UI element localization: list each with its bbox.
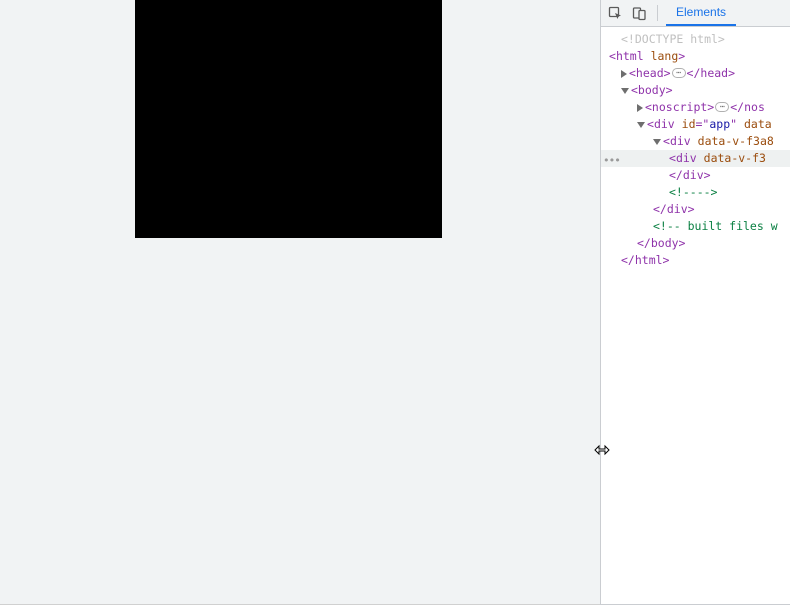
dom-head[interactable]: <head>⋯</head>	[601, 65, 790, 82]
dom-body-open[interactable]: <body>	[601, 82, 790, 99]
devtools-toolbar: Elements	[601, 0, 790, 27]
dom-div-close[interactable]: </div>	[601, 167, 790, 184]
toolbar-separator	[657, 5, 658, 21]
dom-html-open[interactable]: <html lang>	[601, 48, 790, 65]
ellipsis-icon[interactable]: ⋯	[715, 102, 729, 112]
dom-div-app[interactable]: <div id="app" data	[601, 116, 790, 133]
page-content-rect	[135, 0, 442, 238]
dom-doctype[interactable]: <!DOCTYPE html>	[601, 31, 790, 48]
dom-comment-built[interactable]: <!-- built files w	[601, 218, 790, 235]
collapse-arrow-icon[interactable]	[653, 139, 661, 145]
devtools-panel: Elements <!DOCTYPE html> <html lang> <he…	[600, 0, 790, 605]
page-viewport	[0, 0, 600, 605]
dom-tree[interactable]: <!DOCTYPE html> <html lang> <head>⋯</hea…	[601, 27, 790, 605]
tab-elements[interactable]: Elements	[666, 0, 736, 26]
expand-arrow-icon[interactable]	[621, 70, 627, 78]
inspect-element-icon[interactable]	[607, 5, 623, 21]
dom-noscript[interactable]: <noscript>⋯</nos	[601, 99, 790, 116]
dom-html-close[interactable]: </html>	[601, 252, 790, 269]
dom-body-close[interactable]: </body>	[601, 235, 790, 252]
device-toolbar-icon[interactable]	[631, 5, 647, 21]
expand-arrow-icon[interactable]	[637, 104, 643, 112]
dom-div-v2-selected[interactable]: •••<div data-v-f3	[601, 150, 790, 167]
ellipsis-icon[interactable]: ⋯	[672, 68, 686, 78]
dom-div-v1[interactable]: <div data-v-f3a8	[601, 133, 790, 150]
dom-div-close[interactable]: </div>	[601, 201, 790, 218]
collapse-arrow-icon[interactable]	[621, 88, 629, 94]
dom-comment-empty[interactable]: <!---->	[601, 184, 790, 201]
collapse-arrow-icon[interactable]	[637, 122, 645, 128]
